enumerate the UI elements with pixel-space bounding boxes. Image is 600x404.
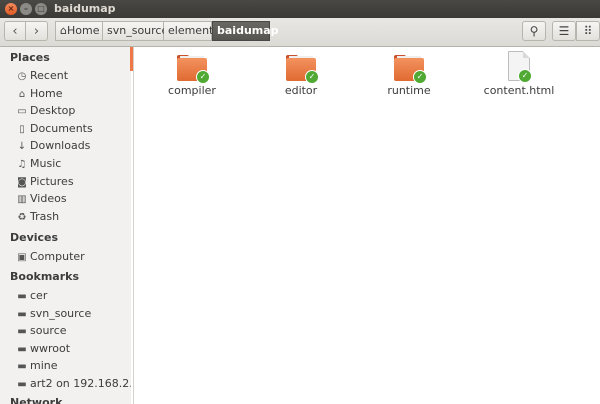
sidebar-item-recent[interactable]: ◷ Recent — [16, 68, 68, 84]
sidebar-item-label: Pictures — [30, 175, 74, 188]
breadcrumb-element[interactable]: element — [164, 21, 213, 41]
folder-icon: ▬ — [17, 291, 27, 302]
document-icon: ▯ — [19, 124, 25, 135]
sidebar-item-downloads[interactable]: ↓ Downloads — [16, 138, 91, 154]
sidebar-item-music[interactable]: ♫ Music — [16, 156, 62, 172]
breadcrumb-svn-source[interactable]: svn_source — [103, 21, 168, 41]
close-window-button[interactable]: × — [5, 3, 17, 15]
toolbar: ‹ › ⌂Home svn_source element baidumap ⚲ … — [0, 18, 600, 47]
sidebar-item-label: mine — [30, 359, 58, 372]
file-name: compiler — [168, 84, 216, 97]
sidebar-item-label: art2 on 192.168.2.21 — [30, 377, 131, 390]
sidebar-item-trash[interactable]: ♻ Trash — [16, 209, 60, 225]
menu-button[interactable]: ☰ — [552, 21, 576, 41]
sidebar-item-mine[interactable]: ▬ mine — [16, 358, 58, 374]
sidebar-item-label: Documents — [30, 122, 93, 135]
grid-icon: ⠿ — [583, 24, 593, 38]
film-icon: ▥ — [17, 194, 27, 205]
folder-icon: ▬ — [17, 361, 27, 372]
devices-heading: Devices — [10, 231, 59, 244]
back-button[interactable]: ‹ — [4, 21, 26, 41]
minimize-window-button[interactable]: – — [20, 3, 32, 15]
file-item-runtime[interactable]: ✓ runtime — [364, 55, 454, 97]
folder-icon: ▬ — [17, 326, 27, 337]
file-name: editor — [284, 84, 318, 97]
music-icon: ♫ — [17, 159, 27, 170]
sidebar-item-source[interactable]: ▬ source — [16, 323, 67, 339]
breadcrumb-label: Home — [66, 24, 100, 37]
folder-icon: ✓ — [394, 55, 427, 84]
sidebar-item-label: Videos — [30, 192, 67, 205]
network-folder-icon: ▬ — [17, 379, 27, 390]
sidebar-item-label: Music — [30, 157, 62, 170]
network-heading: Network — [10, 396, 63, 404]
html-file-icon: ✓ — [508, 51, 532, 83]
sidebar-item-label: wwroot — [30, 342, 71, 355]
sidebar-item-wwroot[interactable]: ▬ wwroot — [16, 341, 70, 357]
sidebar-item-desktop[interactable]: ▭ Desktop — [16, 103, 75, 119]
sidebar-item-home[interactable]: ⌂ Home — [16, 86, 63, 102]
forward-button[interactable]: › — [26, 21, 48, 41]
sidebar-item-label: source — [30, 324, 67, 337]
sidebar-item-label: Home — [30, 87, 63, 100]
title-bar: × – □ baidumap — [0, 0, 600, 18]
window-title: baidumap — [54, 2, 116, 15]
file-item-editor[interactable]: ✓ editor — [256, 55, 346, 97]
folder-icon: ▬ — [17, 344, 27, 355]
menu-icon: ☰ — [558, 24, 570, 38]
places-heading: Places — [10, 51, 50, 64]
search-icon: ⚲ — [529, 24, 539, 38]
file-item-compiler[interactable]: ✓ compiler — [147, 55, 237, 97]
file-name: content.html — [483, 84, 555, 97]
file-view: ✓ compiler ✓ editor ✓ runtime ✓ content.… — [134, 47, 600, 404]
file-item-content-html[interactable]: ✓ content.html — [474, 51, 564, 97]
home-icon: ⌂ — [18, 89, 26, 100]
camera-icon: ◙ — [17, 177, 27, 188]
sidebar: Places ◷ Recent ⌂ Home ▭ Desktop ▯ Documents… — [0, 47, 131, 404]
sidebar-item-label: Recent — [30, 69, 69, 82]
bookmarks-heading: Bookmarks — [10, 270, 79, 283]
sidebar-item-label: svn_source — [30, 307, 92, 320]
sidebar-item-label: Computer — [30, 250, 85, 263]
computer-icon: ▣ — [17, 252, 27, 263]
folder-icon: ▬ — [17, 309, 27, 320]
desktop-icon: ▭ — [17, 106, 27, 117]
file-name: runtime — [387, 84, 431, 97]
maximize-window-button[interactable]: □ — [35, 3, 47, 15]
breadcrumb-baidumap[interactable]: baidumap — [212, 21, 279, 41]
sidebar-item-computer[interactable]: ▣ Computer — [16, 249, 85, 265]
breadcrumb-home[interactable]: ⌂Home — [55, 21, 103, 41]
sidebar-item-svn-source[interactable]: ▬ svn_source — [16, 306, 91, 322]
home-icon: ⌂ — [60, 24, 67, 37]
sync-ok-badge-icon: ✓ — [196, 70, 210, 84]
folder-icon: ✓ — [177, 55, 210, 84]
trash-icon: ♻ — [17, 212, 27, 223]
sidebar-item-label: Desktop — [30, 104, 76, 117]
sync-ok-badge-icon: ✓ — [518, 69, 532, 83]
search-button[interactable]: ⚲ — [522, 21, 546, 41]
sidebar-item-label: Trash — [30, 210, 60, 223]
sidebar-item-pictures[interactable]: ◙ Pictures — [16, 174, 74, 190]
sidebar-item-videos[interactable]: ▥ Videos — [16, 191, 67, 207]
sidebar-item-art2[interactable]: ▬art2 on 192.168.2.21 — [16, 376, 131, 392]
sync-ok-badge-icon: ✓ — [305, 70, 319, 84]
sidebar-item-label: Downloads — [30, 139, 91, 152]
sync-ok-badge-icon: ✓ — [413, 70, 427, 84]
sidebar-item-documents[interactable]: ▯ Documents — [16, 121, 93, 137]
clock-icon: ◷ — [17, 71, 27, 82]
view-mode-button[interactable]: ⠿ — [576, 21, 600, 41]
sidebar-item-cer[interactable]: ▬ cer — [16, 288, 47, 304]
download-icon: ↓ — [17, 141, 27, 152]
folder-icon: ✓ — [286, 55, 319, 84]
sidebar-item-label: cer — [30, 289, 48, 302]
